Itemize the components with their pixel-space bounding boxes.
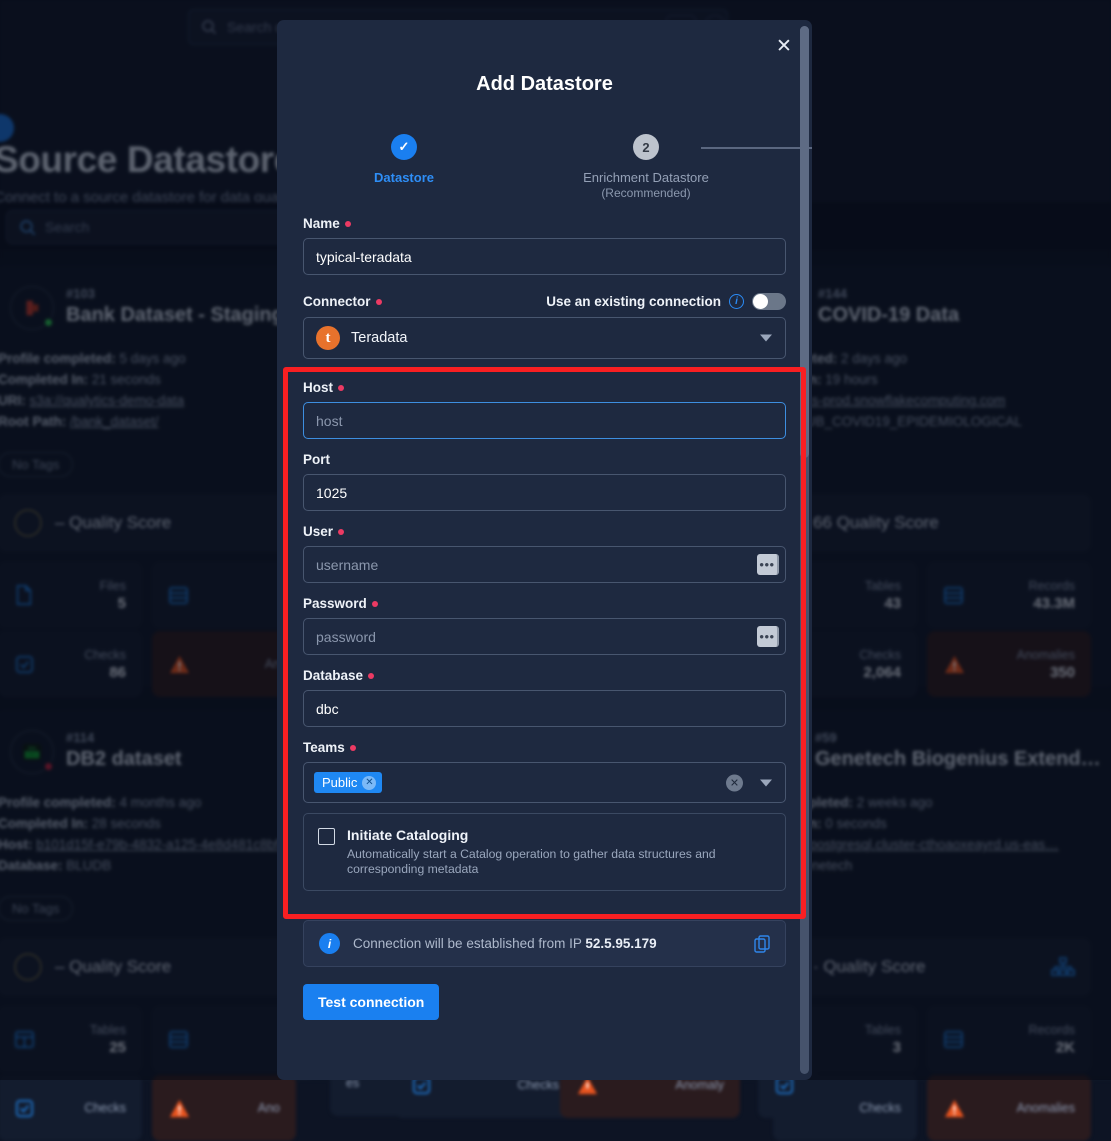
required-dot-icon [338,529,344,535]
database-input[interactable] [303,690,786,727]
password-more-options-icon[interactable]: ••• [757,626,779,647]
team-chip-label: Public [322,775,357,790]
stat-tile-anomalies[interactable]: Ano [152,1075,296,1141]
port-input[interactable] [303,474,786,511]
stat-tile-anomalies[interactable]: Anomalies [927,1075,1091,1141]
existing-connection-toggle[interactable] [752,293,786,310]
connector-selected-value: Teradata [351,330,407,346]
modal-title: Add Datastore [277,73,812,96]
initiate-cataloging-title: Initiate Cataloging [347,827,771,843]
field-host: Host [277,380,812,439]
database-label-row: Database [303,668,786,683]
stepper-step-enrichment[interactable]: 2 Enrichment Datastore (Recommended) [566,134,726,200]
user-input[interactable] [303,546,786,583]
required-dot-icon [338,385,344,391]
name-input[interactable] [303,238,786,275]
datastore-form: Name Connector Use an existing connectio… [277,216,812,1020]
clear-all-icon[interactable]: ✕ [726,774,743,791]
teradata-icon: t [316,326,340,350]
required-dot-icon [376,299,382,305]
modal-scrollbar-track[interactable] [800,26,809,1074]
port-label: Port [303,452,330,467]
host-label-row: Host [303,380,786,395]
password-label: Password [303,596,367,611]
connector-header: Connector Use an existing connection i [277,293,812,310]
wizard-stepper: ✓ Datastore 2 Enrichment Datastore (Reco… [277,126,812,206]
field-user: User ••• [277,524,812,583]
user-more-options-icon[interactable]: ••• [757,554,779,575]
step-2-sublabel: (Recommended) [566,186,726,200]
copy-icon[interactable] [754,935,771,958]
field-port: Port [277,452,812,511]
initiate-cataloging-text: Initiate Cataloging Automatically start … [347,827,771,877]
test-connection-button[interactable]: Test connection [303,984,439,1020]
initiate-cataloging-description: Automatically start a Catalog operation … [347,847,771,877]
step-1-marker: ✓ [391,134,417,160]
password-label-row: Password [303,596,786,611]
user-label-row: User [303,524,786,539]
required-dot-icon [368,673,374,679]
database-label: Database [303,668,363,683]
name-label: Name [303,216,340,231]
host-input[interactable] [303,402,786,439]
warning-icon [943,1098,966,1119]
chevron-down-icon[interactable] [760,779,772,786]
initiate-cataloging-box[interactable]: Initiate Cataloging Automatically start … [303,813,786,891]
user-label: User [303,524,333,539]
connection-ip-info: i Connection will be established from IP… [303,920,786,967]
step-1-label: Datastore [324,170,484,185]
chevron-down-icon [760,335,772,342]
close-icon[interactable]: ✕ [772,34,796,58]
warning-icon [168,1098,191,1119]
modal-scrollbar-thumb[interactable] [800,26,809,458]
field-teams: Teams Public ✕ ✕ Initiate Cataloging [277,740,812,891]
field-name: Name [277,216,812,275]
connector-label: Connector [303,294,371,309]
step-2-label: Enrichment Datastore [566,170,726,185]
connector-label-row: Connector [303,294,382,309]
password-input[interactable] [303,618,786,655]
initiate-cataloging-checkbox[interactable] [318,828,335,845]
host-label: Host [303,380,333,395]
existing-connection-row: Use an existing connection i [546,293,786,310]
stat-tile[interactable]: Checks [0,1075,142,1141]
add-datastore-modal: ✕ Add Datastore ✓ Datastore 2 Enrichment… [277,20,812,1080]
name-label-row: Name [303,216,786,231]
toggle-knob [753,294,768,309]
connection-ip-value: 52.5.95.179 [585,936,656,951]
connection-ip-prefix: Connection will be established from IP [353,936,585,951]
existing-connection-label: Use an existing connection [546,294,721,309]
chip-remove-icon[interactable]: ✕ [362,776,376,790]
required-dot-icon [350,745,356,751]
field-connector: t Teradata [277,317,812,359]
field-password: Password ••• [277,596,812,655]
team-chip[interactable]: Public ✕ [314,772,382,793]
user-input-wrap: ••• [303,546,786,583]
modal-scroll-area: ✕ Add Datastore ✓ Datastore 2 Enrichment… [277,20,812,1080]
connector-select[interactable]: t Teradata [303,317,786,359]
required-dot-icon [372,601,378,607]
stepper-step-datastore[interactable]: ✓ Datastore [324,134,484,185]
connection-ip-text: Connection will be established from IP 5… [353,936,657,951]
check-doc-icon [14,1098,35,1119]
password-input-wrap: ••• [303,618,786,655]
step-2-marker: 2 [633,134,659,160]
info-icon[interactable]: i [729,294,744,309]
field-database: Database [277,668,812,727]
info-icon: i [319,933,340,954]
teams-label-row: Teams [303,740,786,755]
teams-select[interactable]: Public ✕ ✕ [303,762,786,803]
port-label-row: Port [303,452,786,467]
teams-label: Teams [303,740,345,755]
required-dot-icon [345,221,351,227]
